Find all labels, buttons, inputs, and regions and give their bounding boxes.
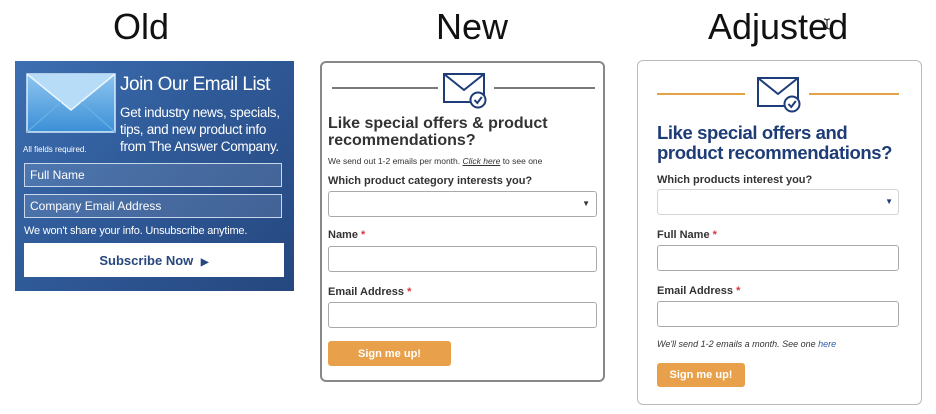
divider-left [657,93,745,95]
adjusted-signup-form: Like special offers and product recommen… [637,60,922,405]
full-name-input[interactable] [657,245,899,271]
email-frequency-note: We send out 1-2 emails per month. Click … [328,156,542,166]
sign-me-up-button[interactable]: Sign me up! [657,363,745,387]
click-here-link[interactable]: Click here [463,156,501,166]
email-label: Email Address * [657,285,740,297]
old-heading: Join Our Email List [120,74,270,95]
old-signup-form: Join Our Email List Get industry news, s… [15,61,294,291]
note-suffix: to see one [502,156,543,166]
envelope-check-icon [757,77,801,113]
category-label: Which product category interests you? [328,175,533,187]
email-frequency-note: We'll send 1-2 emails a month. See one h… [657,339,836,349]
name-label: Name * [328,229,365,241]
required-note: All fields required. [23,145,87,154]
email-input[interactable] [657,301,899,327]
email-label-text: Email Address [657,285,734,297]
products-select[interactable]: ▼ [657,189,899,215]
title-new: New [436,6,509,47]
required-star: * [361,229,366,241]
name-input[interactable] [328,246,597,272]
divider-right [494,87,595,89]
envelope-check-icon [443,73,487,109]
old-description: Get industry news, specials, tips, and n… [120,105,280,154]
subscribe-label: Subscribe Now [99,252,194,268]
divider-left [332,87,438,89]
here-link[interactable]: here [818,339,836,349]
email-label: Email Address * [328,286,411,298]
full-name-label-text: Full Name [657,229,710,241]
title-old: Old [113,6,170,47]
note-prefix: We send out 1-2 emails per month. [328,156,461,166]
mail-icon [26,73,116,133]
required-star: * [407,286,412,298]
subscribe-button[interactable]: Subscribe Now ▶ [24,243,284,277]
category-select[interactable]: ▼ [328,191,597,217]
play-arrow-icon: ▶ [200,256,209,268]
full-name-label: Full Name * [657,229,717,241]
new-heading: Like special offers & product recommenda… [328,115,548,149]
company-email-input[interactable] [24,194,282,218]
required-star: * [712,229,717,241]
products-label: Which products interest you? [657,174,813,186]
chevron-down-icon: ▼ [885,197,893,206]
divider-right [809,93,899,95]
new-signup-form: Like special offers & product recommenda… [320,61,605,382]
sign-me-up-button[interactable]: Sign me up! [328,341,451,366]
note-prefix: We'll send 1-2 emails a month. See one [657,339,816,349]
required-star: * [736,285,741,297]
privacy-note: We won't share your info. Unsubscribe an… [24,225,248,237]
chevron-down-icon: ▼ [582,199,590,208]
email-label-text: Email Address [328,286,405,298]
text-cursor-icon [823,18,831,30]
full-name-input[interactable] [24,163,282,187]
name-label-text: Name [328,229,358,241]
email-input[interactable] [328,302,597,328]
adjusted-heading: Like special offers and product recommen… [657,122,893,163]
